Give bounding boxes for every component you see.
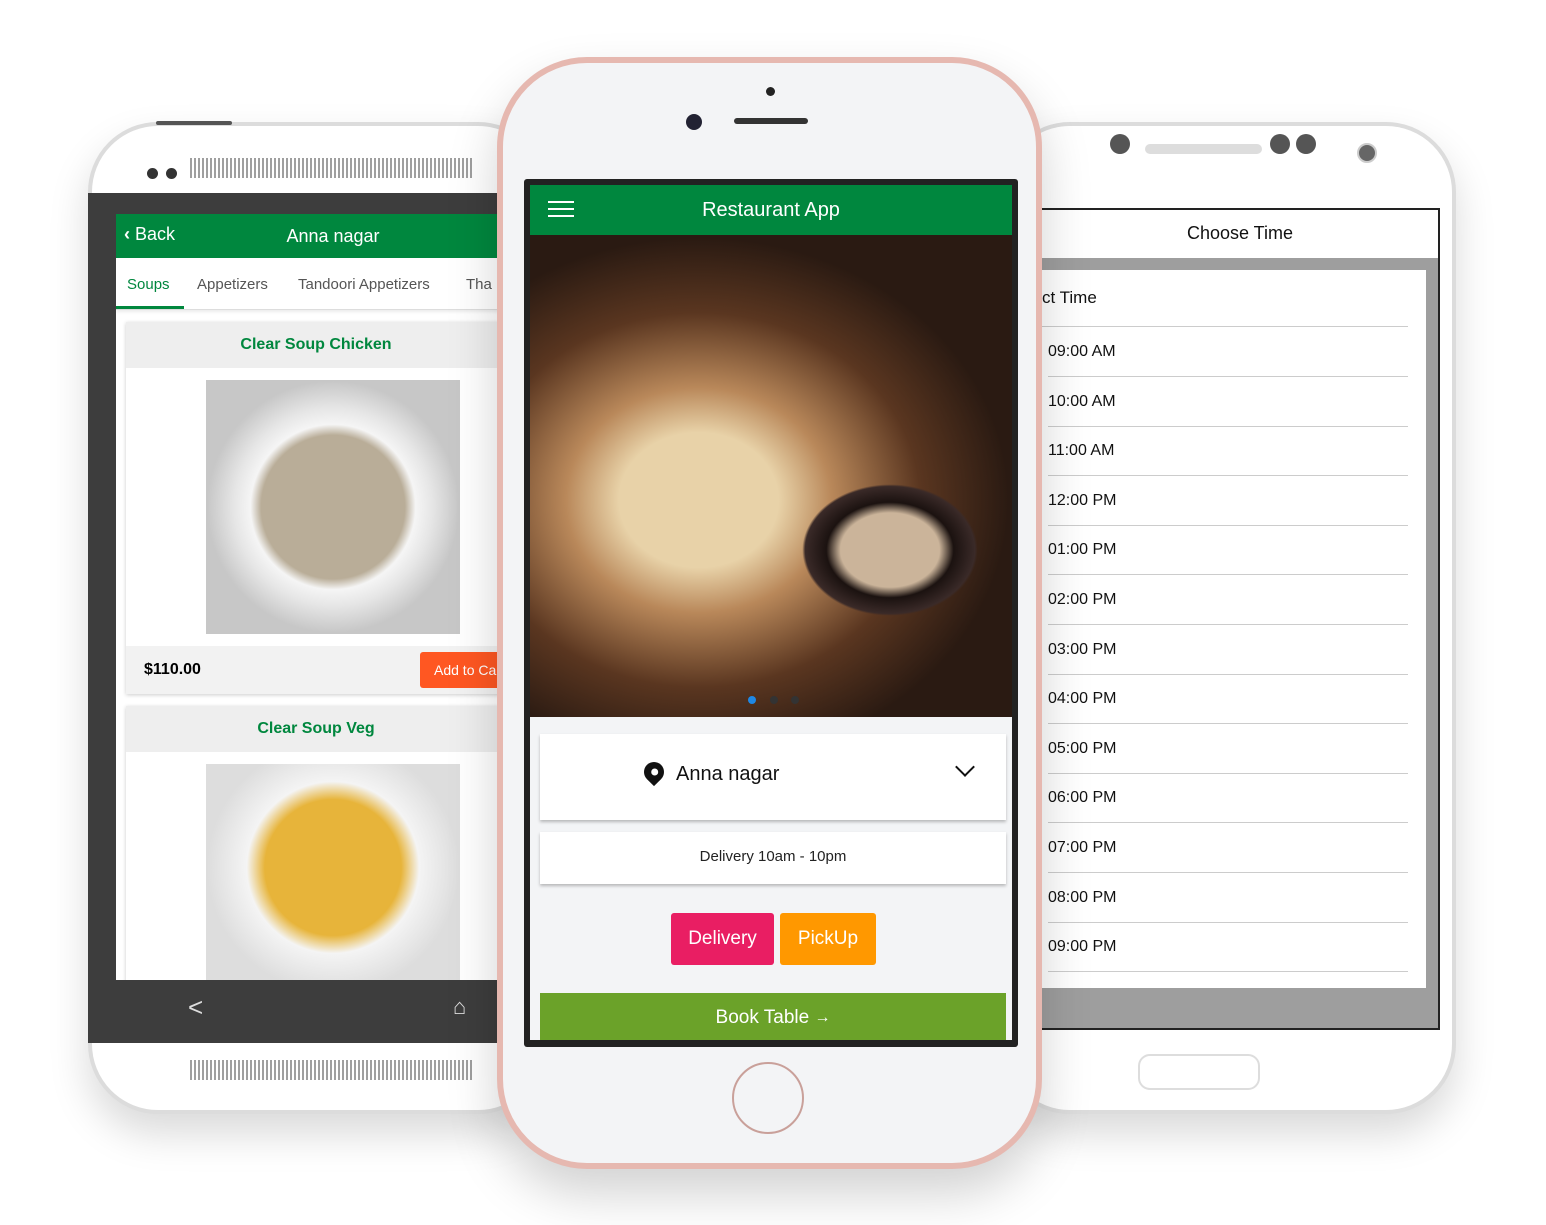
sensor — [1270, 134, 1290, 154]
tab-soups[interactable]: Soups — [127, 276, 170, 293]
add-to-cart-button[interactable]: Add to Ca — [420, 652, 500, 688]
arrow-right-icon: → — [814, 1009, 831, 1026]
sauce-bowl — [790, 475, 990, 625]
item-name: Clear Soup Chicken — [126, 322, 500, 368]
home-button[interactable] — [1138, 1054, 1260, 1090]
time-option[interactable]: 09:00 AM — [1048, 327, 1408, 377]
delivery-hours: Delivery 10am - 10pm — [540, 832, 1006, 884]
front-camera — [686, 114, 702, 130]
menu-app: ‹ Back Anna nagar Soups Appetizers Tando… — [116, 214, 500, 980]
select-time-title: ct Time — [1042, 288, 1097, 307]
time-option[interactable]: 06:00 PM — [1048, 773, 1408, 824]
app-header: Restaurant App — [530, 185, 1012, 235]
sensor — [1110, 134, 1130, 154]
hamburger-menu-icon[interactable] — [548, 201, 574, 217]
time-option[interactable]: 12:00 PM — [1048, 476, 1408, 526]
home-button[interactable] — [732, 1062, 804, 1134]
speaker — [1145, 144, 1262, 154]
app-header: ‹ Back Anna nagar — [116, 214, 500, 258]
sensor — [766, 87, 775, 96]
carousel-dot[interactable] — [770, 696, 778, 704]
menu-item-card: Clear Soup Chicken $110.00 Add to Ca — [126, 322, 500, 694]
soup-image — [206, 380, 460, 634]
page-title: Anna nagar — [286, 226, 380, 246]
sensor — [166, 168, 177, 179]
tab-tandoori-appetizers[interactable]: Tandoori Appetizers — [298, 276, 430, 293]
earpiece — [734, 118, 808, 124]
time-option[interactable]: 04:00 PM — [1048, 674, 1408, 725]
sensor — [1296, 134, 1316, 154]
speaker-grill — [190, 1060, 472, 1080]
food-carousel-image[interactable] — [530, 235, 1012, 717]
chevron-down-icon — [955, 757, 975, 777]
home-app: Restaurant App Anna nagar Delivery 10am … — [530, 185, 1012, 1040]
soup-image — [206, 764, 460, 980]
tab-appetizers[interactable]: Appetizers — [197, 276, 268, 293]
category-tabs: Soups Appetizers Tandoori Appetizers Tha — [116, 258, 500, 310]
time-option[interactable]: 02:00 PM — [1048, 575, 1408, 625]
time-option[interactable]: 11:00 AM — [1048, 426, 1408, 477]
time-option[interactable]: 09:00 PM — [1048, 922, 1408, 973]
speaker-grill — [190, 158, 472, 178]
time-option[interactable]: 01:00 PM — [1048, 525, 1408, 576]
tab-thai[interactable]: Tha — [466, 276, 492, 293]
selected-location: Anna nagar — [676, 763, 780, 785]
book-table-button[interactable]: Book Table → — [540, 993, 1006, 1040]
time-option[interactable]: 07:00 PM — [1048, 823, 1408, 873]
carousel-dot-active[interactable] — [748, 696, 756, 704]
power-button — [156, 121, 232, 125]
item-name: Clear Soup Veg — [126, 706, 500, 752]
carousel-dot[interactable] — [791, 696, 799, 704]
time-option[interactable]: 03:00 PM — [1048, 625, 1408, 675]
menu-item-card: Clear Soup Veg — [126, 706, 500, 980]
app-title: Restaurant App — [702, 199, 840, 221]
location-pin-icon — [639, 757, 669, 787]
active-tab-indicator — [116, 306, 184, 309]
choose-time-header: Choose Time — [1042, 210, 1438, 258]
nav-back-icon[interactable]: < — [188, 992, 203, 1023]
location-select[interactable]: Anna nagar — [540, 734, 1006, 820]
time-option[interactable]: 05:00 PM — [1048, 724, 1408, 774]
pickup-button[interactable]: PickUp — [780, 913, 876, 965]
camera — [1357, 143, 1377, 163]
sensor — [147, 168, 158, 179]
book-table-label: Book Table — [715, 1007, 810, 1028]
time-option[interactable]: 08:00 PM — [1048, 873, 1408, 923]
nav-home-icon[interactable]: ⌂ — [453, 994, 466, 1020]
time-option[interactable]: 10:00 AM — [1048, 377, 1408, 427]
delivery-button[interactable]: Delivery — [671, 913, 774, 965]
item-footer: $110.00 Add to Ca — [126, 646, 500, 694]
item-price: $110.00 — [144, 661, 201, 678]
